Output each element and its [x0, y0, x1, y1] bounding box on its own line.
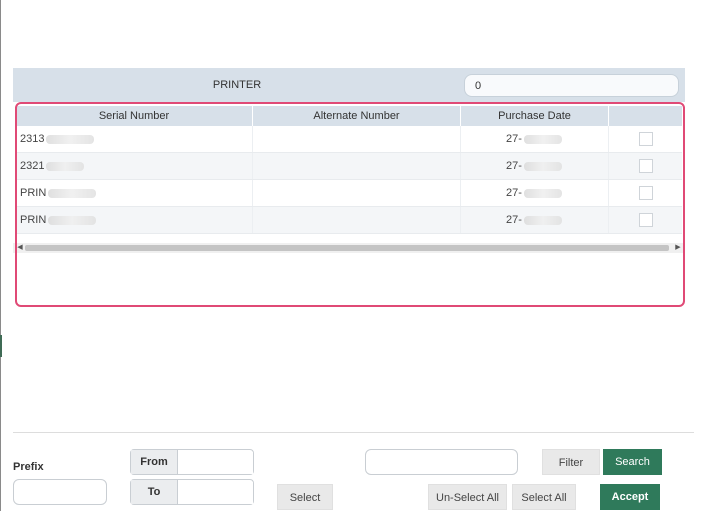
left-edge-marker [0, 335, 2, 357]
redacted-blur [523, 134, 562, 144]
purchase-date-cell: 27- [461, 207, 609, 233]
purchase-date-text: 27- [506, 187, 522, 199]
redacted-blur [48, 215, 97, 225]
printer-count-field[interactable]: 0 [464, 74, 679, 97]
from-field-group: From [130, 449, 254, 475]
prefix-input[interactable] [13, 479, 107, 505]
purchase-date-cell: 27- [461, 180, 609, 206]
redacted-blur [523, 215, 562, 225]
alternate-number-cell [253, 126, 461, 152]
scroll-left-arrow-icon[interactable]: ◀ [15, 243, 25, 253]
to-input[interactable] [179, 482, 253, 504]
purchase-date-cell: 27- [461, 153, 609, 179]
redacted-blur [46, 134, 95, 144]
column-header-purchase-date[interactable]: Purchase Date [461, 106, 609, 126]
from-input[interactable] [179, 452, 253, 474]
from-label: From [131, 450, 178, 474]
alternate-number-cell [253, 180, 461, 206]
purchase-date-text: 27- [506, 214, 522, 226]
unselect-all-button[interactable]: Un-Select All [428, 484, 507, 510]
serial-number-cell: PRIN [16, 180, 253, 206]
redacted-blur [48, 188, 97, 198]
scrollbar-thumb[interactable] [25, 245, 669, 251]
horizontal-scrollbar[interactable]: ◀ ▶ [13, 243, 685, 253]
column-header-serial-number[interactable]: Serial Number [16, 106, 253, 126]
row-select-checkbox[interactable] [639, 132, 653, 146]
row-select-checkbox[interactable] [639, 159, 653, 173]
redacted-blur [523, 188, 562, 198]
table-row[interactable]: PRIN 27- [16, 180, 682, 207]
column-header-alternate-number[interactable]: Alternate Number [253, 106, 461, 126]
column-header-select [609, 106, 682, 126]
table-row[interactable]: 2313 27- [16, 126, 682, 153]
filter-button[interactable]: Filter [542, 449, 600, 475]
serial-number-cell: 2321 [16, 153, 253, 179]
serial-number-cell: 2313 [16, 126, 253, 152]
window-edge [0, 0, 1, 511]
search-button[interactable]: Search [603, 449, 662, 475]
to-label: To [131, 480, 178, 504]
redacted-blur [523, 161, 562, 171]
prefix-label: Prefix [13, 461, 44, 473]
printer-title: PRINTER [212, 79, 262, 91]
accept-button[interactable]: Accept [600, 484, 660, 510]
footer-divider [13, 432, 694, 433]
grid-column-headers: Serial Number Alternate Number Purchase … [16, 106, 682, 126]
serial-number-text: PRIN [20, 187, 47, 199]
serial-number-text: PRIN [20, 214, 47, 226]
table-row[interactable]: 2321 27- [16, 153, 682, 180]
select-all-button[interactable]: Select All [512, 484, 576, 510]
printer-header-band: PRINTER 0 [13, 68, 685, 102]
serial-number-cell: PRIN [16, 207, 253, 233]
row-select-checkbox[interactable] [639, 213, 653, 227]
serial-number-text: 2321 [20, 160, 45, 172]
to-field-group: To [130, 479, 254, 505]
scroll-right-arrow-icon[interactable]: ▶ [673, 243, 683, 253]
purchase-date-text: 27- [506, 133, 522, 145]
alternate-number-cell [253, 207, 461, 233]
row-select-checkbox[interactable] [639, 186, 653, 200]
purchase-date-text: 27- [506, 160, 522, 172]
purchase-date-cell: 27- [461, 126, 609, 152]
select-button[interactable]: Select [277, 484, 333, 510]
table-row[interactable]: PRIN 27- [16, 207, 682, 234]
printer-grid-panel: PRINTER 0 Serial Number Alternate Number… [13, 68, 685, 307]
alternate-number-cell [253, 153, 461, 179]
redacted-blur [46, 161, 85, 171]
filter-input[interactable] [365, 449, 518, 475]
serial-number-text: 2313 [20, 133, 45, 145]
